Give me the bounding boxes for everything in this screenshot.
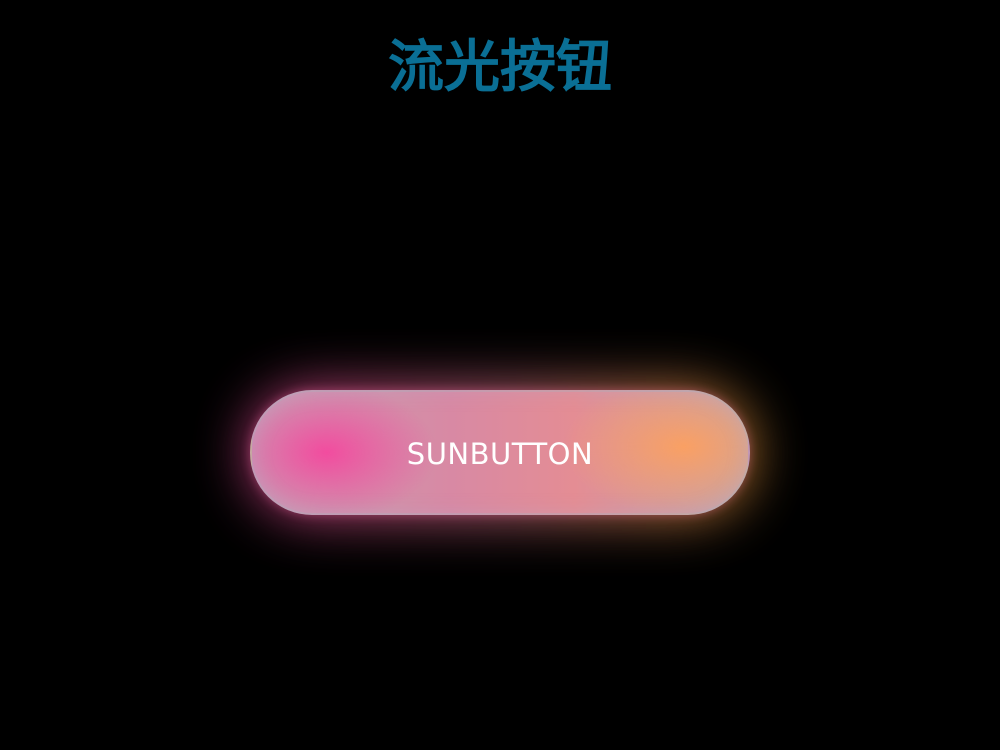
page-title: 流光按钮 (388, 35, 612, 100)
sunbutton-button[interactable]: SUNBUTTON (250, 390, 750, 515)
button-label: SUNBUTTON (406, 436, 594, 471)
